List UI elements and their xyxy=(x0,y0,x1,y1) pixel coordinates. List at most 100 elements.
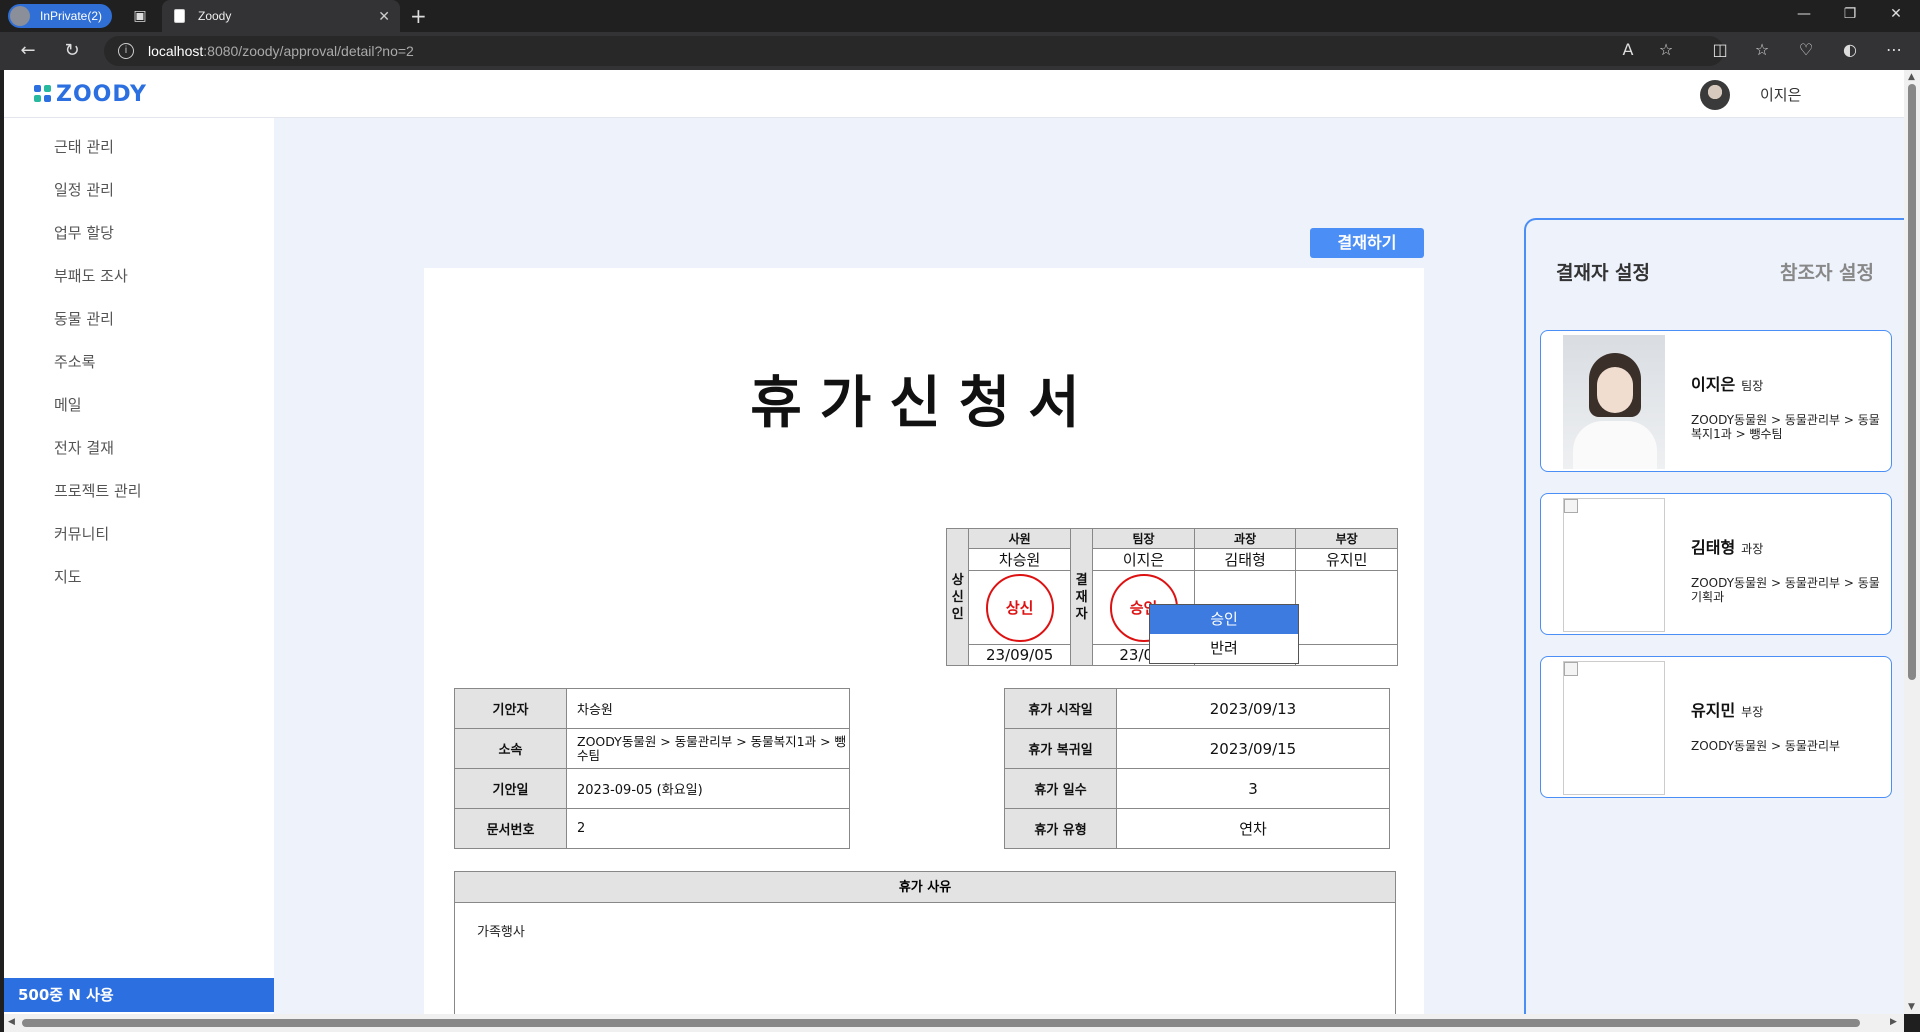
signer-name: 유지민 xyxy=(1295,548,1398,571)
info-value: 2023-09-05 (화요일) xyxy=(566,768,850,809)
info-value: 2023/09/15 xyxy=(1116,728,1390,769)
profile-avatar-icon xyxy=(10,6,30,26)
submit-stamp: 상신 xyxy=(985,573,1054,642)
new-tab-icon[interactable]: + xyxy=(410,4,427,28)
horizontal-scrollbar[interactable]: ◀ ▶ xyxy=(4,1014,1904,1032)
logo[interactable]: ZOODY xyxy=(34,82,147,107)
reject-option[interactable]: 반려 xyxy=(1150,634,1298,663)
sidebar-item-attendance[interactable]: 근태 관리 xyxy=(54,136,114,157)
info-label: 휴가 시작일 xyxy=(1004,688,1117,729)
more-menu-icon[interactable]: ⋯ xyxy=(1882,40,1906,59)
logo-mark-icon xyxy=(34,85,52,103)
info-label: 기안일 xyxy=(454,768,567,809)
page-icon xyxy=(174,9,185,23)
avatar[interactable] xyxy=(1700,80,1730,110)
favorites-icon[interactable]: ☆ xyxy=(1750,40,1774,59)
signer-name: 김태형 xyxy=(1193,548,1297,571)
document-title: 휴가신청서 xyxy=(750,371,1098,436)
info-label: 기안자 xyxy=(454,688,567,729)
vertical-scroll-thumb[interactable] xyxy=(1908,84,1916,680)
sidebar-item-approval[interactable]: 전자 결재 xyxy=(54,437,114,458)
approver-rank: 팀장 xyxy=(1741,379,1764,393)
read-aloud-icon[interactable]: A xyxy=(1616,40,1640,59)
reason-body: 가족행사 xyxy=(477,925,525,940)
page-viewport: ZOODY 이지은 근태 관리 일정 관리 업무 할당 부패도 조사 동물 관리… xyxy=(4,70,1904,1014)
approver-dept: ZOODY동물원 > 동물관리부 > 동물복지1과 > 뺑수팀 xyxy=(1691,413,1880,441)
refresh-icon[interactable]: ↻ xyxy=(60,40,84,61)
tab-references[interactable]: 참조자 설정 xyxy=(1780,258,1874,285)
info-label: 소속 xyxy=(454,728,567,769)
sidebar-item-schedule[interactable]: 일정 관리 xyxy=(54,179,114,200)
sidebar-item-mail[interactable]: 메일 xyxy=(54,394,82,415)
stamp-cell[interactable] xyxy=(1295,570,1398,645)
close-tab-icon[interactable]: ✕ xyxy=(378,0,390,32)
user-name[interactable]: 이지은 xyxy=(1760,84,1801,105)
approver-label: 결재자 xyxy=(1069,528,1094,666)
rank-cell: 부장 xyxy=(1295,528,1398,549)
sidebar-item-animals[interactable]: 동물 관리 xyxy=(54,308,114,329)
approver-settings-panel: 결재자 설정 참조자 설정 이지은 팀장 ZOODY동물원 > 동물관리부 > 동… xyxy=(1524,218,1904,1014)
sidebar: 근태 관리 일정 관리 업무 할당 부패도 조사 동물 관리 주소록 메일 전자… xyxy=(4,118,274,1014)
info-label: 휴가 일수 xyxy=(1004,768,1117,809)
scroll-up-icon[interactable]: ▲ xyxy=(1908,72,1915,82)
info-value: ZOODY동물원 > 동물관리부 > 동물복지1과 > 뺑수팀 xyxy=(566,728,850,769)
close-window-icon[interactable]: ✕ xyxy=(1876,6,1916,22)
approver-card[interactable]: 유지민 부장 ZOODY동물원 > 동물관리부 xyxy=(1540,656,1892,798)
info-value: 2023/09/13 xyxy=(1116,688,1390,729)
info-value: 차승원 xyxy=(566,688,850,729)
submitter-label: 상신인 xyxy=(945,528,970,666)
rank-cell: 사원 xyxy=(968,528,1071,549)
sidebar-item-community[interactable]: 커뮤니티 xyxy=(54,523,109,544)
inprivate-label: InPrivate(2) xyxy=(40,9,103,23)
browser-tab-bar: InPrivate(2) ▣ Zoody ✕ + — ❐ ✕ xyxy=(0,0,1920,32)
approval-action-popup: 승인 반려 xyxy=(1149,604,1299,664)
address-bar[interactable]: i localhost:8080/zoody/approval/detail?n… xyxy=(104,36,1724,66)
sign-date: 23/09/05 xyxy=(968,644,1071,666)
browser-essentials-icon[interactable]: ♡ xyxy=(1794,40,1818,59)
signer-name: 차승원 xyxy=(968,548,1071,571)
url-host: localhost xyxy=(148,43,204,59)
restore-icon[interactable]: ❐ xyxy=(1830,6,1870,22)
approver-card[interactable]: 김태형 과장 ZOODY동물원 > 동물관리부 > 동물기획과 xyxy=(1540,493,1892,635)
sidebar-item-tasks[interactable]: 업무 할당 xyxy=(54,222,114,243)
horizontal-scroll-thumb[interactable] xyxy=(22,1019,1860,1027)
minimize-icon[interactable]: — xyxy=(1784,6,1824,22)
logo-text: ZOODY xyxy=(56,82,147,107)
scroll-down-icon[interactable]: ▼ xyxy=(1908,1002,1915,1012)
sidebar-item-projects[interactable]: 프로젝트 관리 xyxy=(54,480,142,501)
approve-button[interactable]: 결재하기 xyxy=(1310,228,1424,258)
sidebar-item-inspection[interactable]: 부패도 조사 xyxy=(54,265,128,286)
rank-cell: 팀장 xyxy=(1092,528,1195,549)
tab-title: Zoody xyxy=(198,9,232,23)
sign-date xyxy=(1295,644,1398,666)
rank-cell: 과장 xyxy=(1193,528,1297,549)
sidebar-item-map[interactable]: 지도 xyxy=(54,566,82,587)
info-label: 문서번호 xyxy=(454,808,567,849)
copilot-icon[interactable]: ◐ xyxy=(1838,40,1862,59)
scroll-left-icon[interactable]: ◀ xyxy=(8,1017,15,1027)
inprivate-badge[interactable]: InPrivate(2) xyxy=(8,4,112,28)
approver-name: 유지민 xyxy=(1691,701,1736,720)
site-info-icon[interactable]: i xyxy=(118,43,134,59)
tab-actions-icon[interactable]: ▣ xyxy=(130,6,150,26)
vertical-scrollbar[interactable]: ▲ ▼ xyxy=(1904,70,1920,1014)
browser-tab[interactable]: Zoody ✕ xyxy=(162,0,400,32)
top-navbar: ZOODY 이지은 xyxy=(4,70,1904,118)
approver-dept: ZOODY동물원 > 동물관리부 > 동물기획과 xyxy=(1691,576,1880,604)
approver-dept: ZOODY동물원 > 동물관리부 xyxy=(1691,739,1841,753)
sidebar-item-contacts[interactable]: 주소록 xyxy=(54,351,95,372)
approve-option[interactable]: 승인 xyxy=(1150,605,1298,634)
approver-name: 김태형 xyxy=(1691,538,1736,557)
broken-image-icon xyxy=(1563,661,1665,795)
url-path: :8080/zoody/approval/detail?no=2 xyxy=(203,43,414,59)
scroll-right-icon[interactable]: ▶ xyxy=(1890,1017,1897,1027)
favorite-star-icon[interactable]: ☆ xyxy=(1654,40,1678,59)
approver-rank: 부장 xyxy=(1741,705,1764,719)
approver-photo xyxy=(1563,335,1665,469)
approver-card[interactable]: 이지은 팀장 ZOODY동물원 > 동물관리부 > 동물복지1과 > 뺑수팀 xyxy=(1540,330,1892,472)
approver-name: 이지은 xyxy=(1691,375,1736,394)
back-icon[interactable]: ← xyxy=(16,40,40,61)
split-screen-icon[interactable]: ◫ xyxy=(1708,40,1732,59)
info-label: 휴가 유형 xyxy=(1004,808,1117,849)
tab-approvers[interactable]: 결재자 설정 xyxy=(1556,258,1650,285)
